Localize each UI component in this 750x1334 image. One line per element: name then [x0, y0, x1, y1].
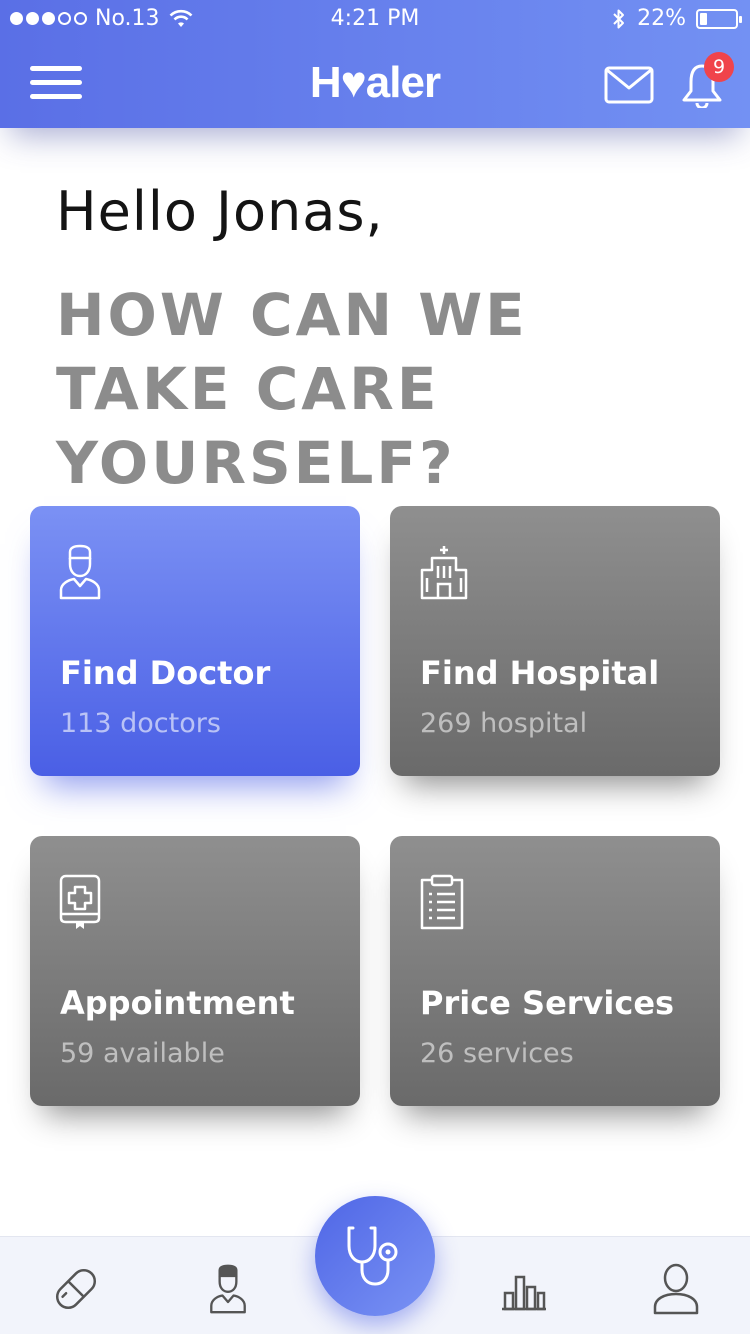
bluetooth-icon: [613, 9, 625, 28]
card-subtitle: 59 available: [60, 1038, 225, 1069]
doctor-icon: [59, 544, 101, 600]
greeting: Hello Jonas,: [56, 180, 384, 243]
find-doctor-card[interactable]: Find Doctor 113 doctors: [30, 506, 360, 776]
appointment-card[interactable]: Appointment 59 available: [30, 836, 360, 1106]
battery-fill: [700, 12, 707, 25]
pill-icon[interactable]: [50, 1263, 102, 1315]
card-subtitle: 269 hospital: [420, 708, 588, 739]
appointment-icon: [59, 874, 101, 929]
stethoscope-button[interactable]: [315, 1196, 435, 1316]
hospital-icon: [420, 546, 468, 600]
card-title: Find Hospital: [420, 654, 660, 692]
doctor-nav-icon[interactable]: [202, 1263, 254, 1315]
app-header: No.13 4:21 PM 22% H♥aler: [0, 0, 750, 128]
card-title: Appointment: [60, 984, 295, 1022]
status-bar: No.13 4:21 PM 22%: [0, 0, 750, 40]
notification-badge: 9: [704, 52, 734, 82]
battery-percent: 22%: [637, 6, 686, 31]
profile-icon[interactable]: [650, 1263, 702, 1315]
find-hospital-card[interactable]: Find Hospital 269 hospital: [390, 506, 720, 776]
card-subtitle: 26 services: [420, 1038, 574, 1069]
price-services-card[interactable]: Price Services 26 services: [390, 836, 720, 1106]
card-subtitle: 113 doctors: [60, 708, 221, 739]
status-right: 22%: [611, 6, 742, 31]
card-title: Price Services: [420, 984, 675, 1022]
stethoscope-icon: [347, 1226, 398, 1286]
clipboard-icon: [420, 874, 464, 930]
battery-icon: [696, 8, 742, 29]
headline: HOW CAN WE TAKE CARE YOURSELF?: [56, 281, 528, 497]
mail-icon[interactable]: [604, 66, 654, 104]
chart-icon[interactable]: [498, 1263, 550, 1315]
card-title: Find Doctor: [60, 654, 271, 692]
